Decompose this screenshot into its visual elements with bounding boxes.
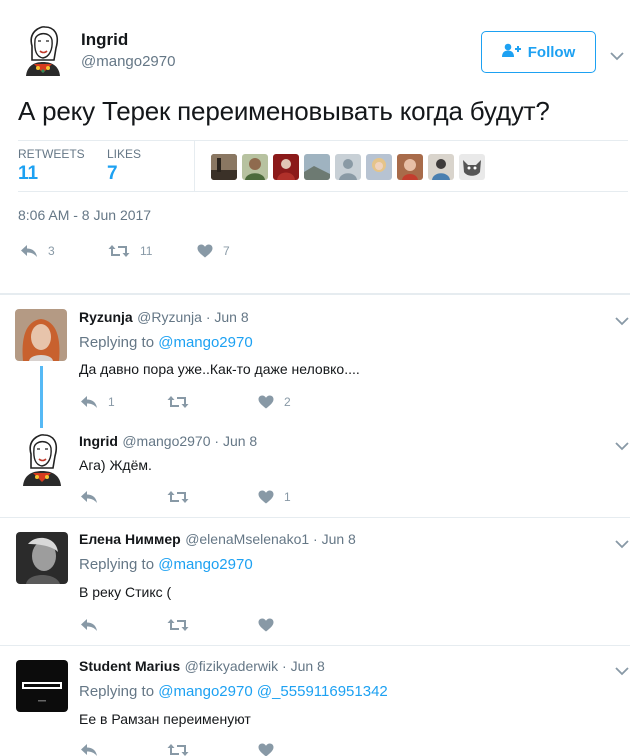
tweet-stats: RETWEETS 11 LIKES 7: [18, 140, 628, 192]
reply-text: Да давно пора уже..Как-то даже неловко..…: [79, 361, 360, 377]
heart-icon: [258, 490, 274, 504]
reply-header: Елена Ниммер @elenaMselenako1 · Jun 8: [79, 531, 356, 549]
liker-avatar[interactable]: [459, 154, 485, 180]
reply-author-name[interactable]: Ryzunja: [79, 309, 133, 325]
reply-author-name[interactable]: Ingrid: [79, 433, 118, 449]
retweet-action[interactable]: [167, 490, 199, 504]
reply-author-meta[interactable]: @elenaMselenako1 · Jun 8: [185, 531, 356, 547]
reply-action[interactable]: [80, 743, 108, 756]
reply-text: Ее в Рамзан переименуют: [79, 711, 251, 727]
reply-icon: [20, 244, 38, 258]
reply-count: 3: [48, 244, 55, 258]
follow-button[interactable]: Follow: [481, 31, 596, 73]
reply-mention[interactable]: @mango2970 @_5559116951342: [158, 683, 388, 700]
liker-avatar[interactable]: [366, 154, 392, 180]
reply-count: 1: [108, 395, 115, 409]
add-user-icon: [501, 43, 522, 61]
like-action[interactable]: 2: [258, 395, 291, 409]
thread-connector: [40, 366, 43, 428]
heart-icon: [258, 618, 274, 632]
retweet-icon: [108, 244, 130, 258]
reply-tweet[interactable]: Елена Ниммер @elenaMselenako1 · Jun 8 Re…: [0, 517, 630, 645]
liker-avatar[interactable]: [273, 154, 299, 180]
chevron-down-icon[interactable]: [610, 48, 628, 61]
tweet-text: А реку Терек переименовывать когда будут…: [18, 96, 550, 126]
retweet-icon: [167, 395, 189, 409]
stats-divider: [194, 141, 195, 192]
like-action[interactable]: 1: [258, 490, 291, 504]
reply-author-name[interactable]: Елена Ниммер: [79, 531, 181, 547]
reply-author-name[interactable]: Student Marius: [79, 658, 180, 674]
retweet-action[interactable]: [167, 618, 199, 632]
retweet-action[interactable]: 11: [108, 244, 152, 258]
heart-icon: [258, 395, 274, 409]
like-count: 1: [284, 490, 291, 504]
author-name[interactable]: Ingrid: [81, 30, 128, 50]
retweet-action[interactable]: [167, 395, 199, 409]
likes-label: LIKES: [107, 147, 142, 161]
liker-avatar[interactable]: [428, 154, 454, 180]
replying-prefix: Replying to: [79, 556, 155, 573]
likes-count[interactable]: 7: [107, 163, 118, 185]
reply-header: Student Marius @fizikyaderwik · Jun 8: [79, 658, 325, 676]
reply-tweet[interactable]: Ryzunja @Ryzunja · Jun 8 Replying to @ma…: [0, 294, 630, 422]
like-action[interactable]: [258, 618, 284, 632]
reply-action[interactable]: 1: [80, 395, 115, 409]
retweet-icon: [167, 490, 189, 504]
reply-header: Ingrid @mango2970 · Jun 8: [79, 433, 257, 451]
liker-avatar[interactable]: [242, 154, 268, 180]
replying-to: Replying to @mango2970: [79, 334, 253, 351]
reply-avatar[interactable]: [16, 532, 68, 584]
like-count: 7: [223, 244, 230, 258]
follow-label: Follow: [527, 43, 576, 61]
reply-action[interactable]: [80, 618, 108, 632]
liker-avatar[interactable]: [304, 154, 330, 180]
heart-icon: [197, 244, 213, 258]
heart-icon: [258, 743, 274, 756]
retweet-action[interactable]: [167, 743, 199, 756]
chevron-down-icon[interactable]: [615, 663, 630, 676]
reply-tweet[interactable]: Student Marius @fizikyaderwik · Jun 8 Re…: [0, 645, 630, 756]
reply-author-meta[interactable]: @Ryzunja · Jun 8: [137, 309, 248, 325]
like-count: 2: [284, 395, 291, 409]
liker-avatar[interactable]: [397, 154, 423, 180]
reply-icon: [80, 618, 98, 632]
reply-tweet[interactable]: Ingrid @mango2970 · Jun 8 Ага) Ждём. 1: [0, 422, 630, 517]
reply-icon: [80, 395, 98, 409]
retweet-icon: [167, 618, 189, 632]
retweets-label: RETWEETS: [18, 147, 85, 161]
like-action[interactable]: [258, 743, 284, 756]
tweet-timestamp[interactable]: 8:06 AM - 8 Jun 2017: [18, 207, 151, 223]
replying-prefix: Replying to: [79, 683, 155, 700]
reply-mention[interactable]: @mango2970: [158, 556, 252, 573]
reply-action[interactable]: 3: [20, 244, 55, 258]
reply-mention[interactable]: @mango2970: [158, 334, 252, 351]
liker-avatar[interactable]: [335, 154, 361, 180]
reply-text: В реку Стикс (: [79, 584, 172, 600]
replying-to: Replying to @mango2970 @_5559116951342: [79, 683, 388, 700]
author-avatar[interactable]: [18, 24, 68, 76]
retweet-count: 11: [140, 244, 153, 258]
chevron-down-icon[interactable]: [615, 438, 630, 451]
retweet-icon: [167, 743, 189, 756]
main-tweet: Ingrid @mango2970 Follow А реку Терек пе…: [0, 0, 630, 296]
liker-avatar[interactable]: [211, 154, 237, 180]
reply-avatar[interactable]: [17, 432, 67, 486]
retweets-count[interactable]: 11: [18, 163, 38, 185]
reply-header: Ryzunja @Ryzunja · Jun 8: [79, 309, 249, 327]
chevron-down-icon[interactable]: [615, 536, 630, 549]
replying-prefix: Replying to: [79, 334, 155, 351]
reply-icon: [80, 490, 98, 504]
reply-avatar[interactable]: [15, 309, 67, 361]
reply-avatar[interactable]: [16, 660, 68, 712]
replying-to: Replying to @mango2970: [79, 556, 253, 573]
reply-text: Ага) Ждём.: [79, 457, 152, 473]
author-handle[interactable]: @mango2970: [81, 53, 175, 70]
reply-author-meta[interactable]: @mango2970 · Jun 8: [122, 433, 257, 449]
reply-author-meta[interactable]: @fizikyaderwik · Jun 8: [185, 658, 325, 674]
reply-action[interactable]: [80, 490, 108, 504]
reply-icon: [80, 743, 98, 756]
chevron-down-icon[interactable]: [615, 313, 630, 326]
like-action[interactable]: 7: [197, 244, 230, 258]
